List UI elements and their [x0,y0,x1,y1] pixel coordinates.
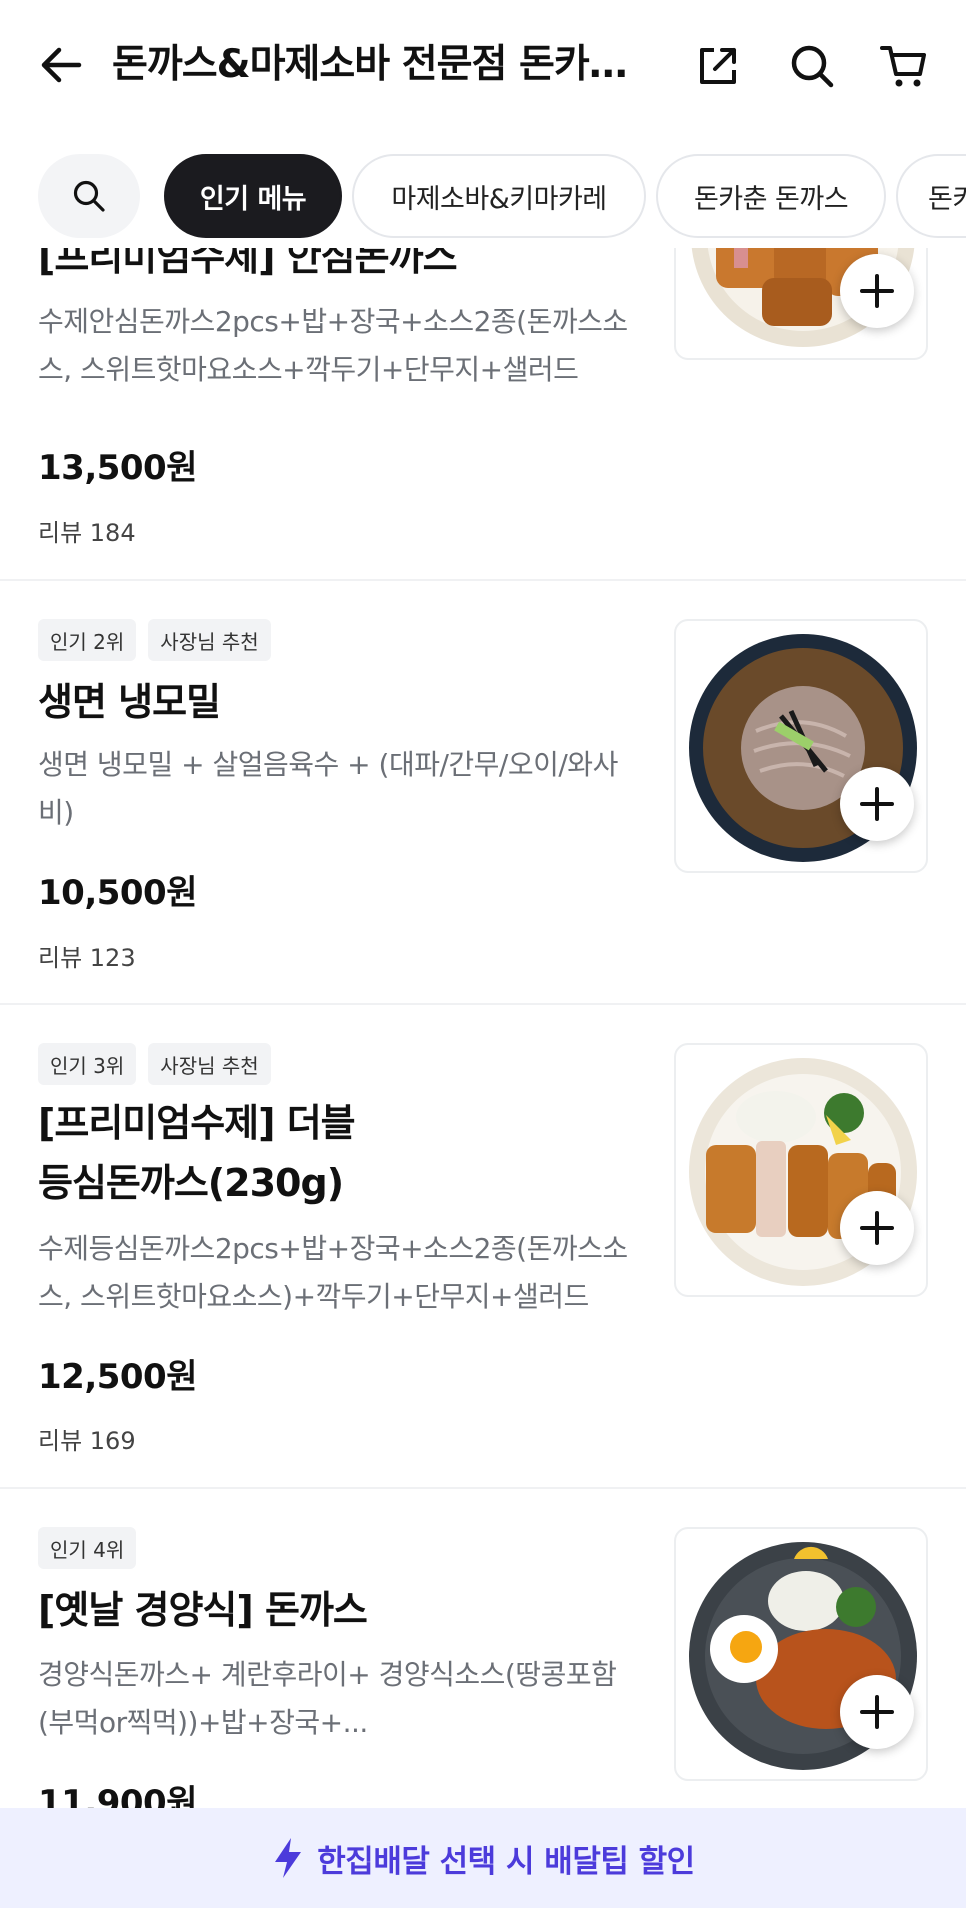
owner-pick-badge: 사장님 추천 [148,619,271,661]
tab-donkachun-tonkatsu[interactable]: 돈카춘 돈까스 [656,154,886,238]
menu-item-name: [프리미엄수제] 더블 등심돈까스(230g) [38,1101,356,1205]
search-button[interactable] [784,38,840,94]
tab-mazesoba-keema-curry[interactable]: 마제소바&키마카레 [352,154,646,238]
menu-list: [프리미엄수제] 안심돈까스 수제안심돈까스2pcs+밥+장국+소스2종(돈까스… [0,248,966,1808]
add-to-cart-button[interactable] [840,1675,914,1749]
menu-item[interactable]: 인기 3위 사장님 추천 [프리미엄수제] 더블 등심돈까스(230g) 수제등… [0,1005,966,1489]
delivery-discount-banner[interactable]: 한집배달 선택 시 배달팁 할인 [0,1808,966,1908]
menu-item-badges: 인기 4위 [38,1527,137,1569]
search-icon [73,180,105,212]
menu-item-name: 생면 냉모밀 [38,680,221,724]
arrow-left-icon [41,47,82,83]
plus-icon [860,274,894,308]
add-to-cart-button[interactable] [840,767,914,841]
plus-icon [860,1211,894,1245]
owner-pick-badge: 사장님 추천 [148,1043,271,1085]
store-title: 돈까스&마제소바 전문점 돈카춘... [112,42,652,87]
menu-item-price: 11,900원 [38,1783,197,1808]
share-button[interactable] [690,38,746,94]
cart-button[interactable] [876,38,932,94]
add-to-cart-button[interactable] [840,254,914,328]
menu-item-badges: 인기 2위 사장님 추천 [38,619,271,661]
share-icon [700,48,736,84]
menu-item-price: 12,500원 [38,1357,197,1397]
menu-item-description: 생면 냉모밀 + 살얼음육수 + (대파/간무/오이/와사비) [38,748,618,829]
menu-item-name: [옛날 경양식] 돈까스 [38,1588,368,1632]
search-icon [791,45,834,88]
menu-item-reviews: 리뷰 184 [38,519,136,547]
menu-item-reviews: 리뷰 169 [38,1427,136,1455]
menu-item-reviews: 리뷰 123 [38,944,136,972]
menu-item-price: 13,500원 [38,448,197,488]
menu-item-description: 경양식돈까스+ 계란후라이+ 경양식소스(땅콩포함(부먹or찍먹))+밥+장국+… [38,1658,617,1739]
menu-item-description: 수제등심돈까스2pcs+밥+장국+소스2종(돈까스소스, 스위트핫마요소스)+깍… [38,1232,628,1313]
app-header: 돈까스&마제소바 전문점 돈카춘... [0,0,966,132]
plus-icon [860,1695,894,1729]
menu-item-description: 수제안심돈까스2pcs+밥+장국+소스2종(돈까스소스, 스위트핫마요소스+깍두… [38,305,628,386]
menu-item[interactable]: 인기 2위 사장님 추천 생면 냉모밀 생면 냉모밀 + 살얼음육수 + (대파… [0,581,966,1005]
tab-popular-menu[interactable]: 인기 메뉴 [164,154,342,238]
rank-badge: 인기 3위 [38,1043,137,1085]
category-tabs: 인기 메뉴 마제소바&키마카레 돈카춘 돈까스 돈카 [0,150,966,242]
add-to-cart-button[interactable] [840,1191,914,1265]
menu-item-name: [프리미엄수제] 안심돈까스 [38,248,458,279]
menu-item[interactable]: 인기 4위 [옛날 경양식] 돈까스 경양식돈까스+ 계란후라이+ 경양식소스(… [0,1489,966,1808]
lightning-icon [275,1838,302,1878]
plus-icon [860,787,894,821]
back-button[interactable] [34,38,88,92]
rank-badge: 인기 2위 [38,619,137,661]
menu-search-button[interactable] [38,154,140,238]
cart-icon [880,46,926,87]
menu-item-price: 10,500원 [38,873,197,913]
banner-text: 한집배달 선택 시 배달팁 할인 [317,1843,695,1880]
menu-item-badges: 인기 3위 사장님 추천 [38,1043,271,1085]
tab-next-category[interactable]: 돈카 [896,154,966,238]
menu-item[interactable]: [프리미엄수제] 안심돈까스 수제안심돈까스2pcs+밥+장국+소스2종(돈까스… [0,248,966,581]
rank-badge: 인기 4위 [38,1527,137,1569]
